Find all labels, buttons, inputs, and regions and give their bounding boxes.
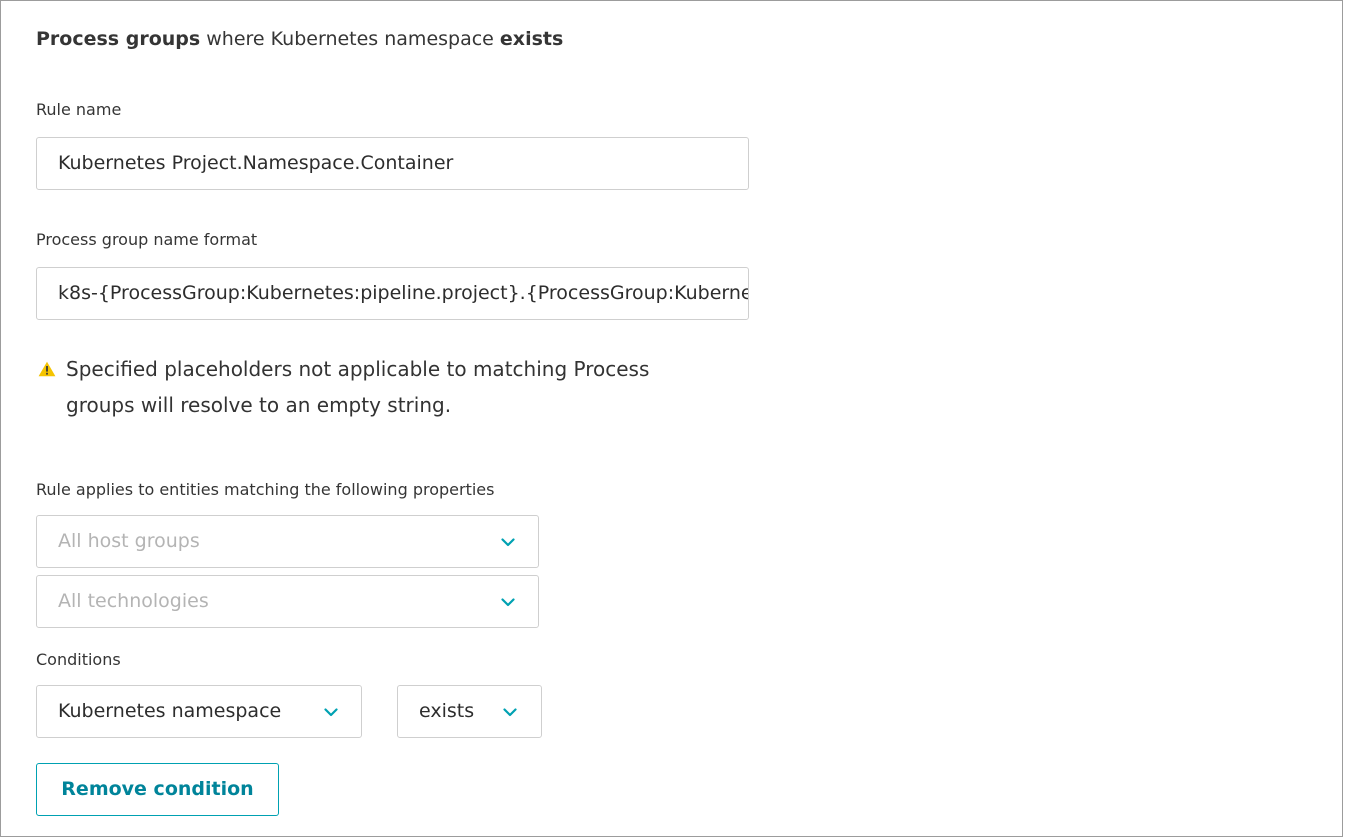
chevron-down-icon <box>503 708 517 717</box>
rule-name-label: Rule name <box>36 100 122 119</box>
chevron-down-icon <box>324 708 338 717</box>
condition-property-select[interactable]: Kubernetes namespace <box>36 685 362 738</box>
rule-editor-panel: Process groups where Kubernetes namespac… <box>0 0 1343 837</box>
name-format-input[interactable]: k8s-{ProcessGroup:Kubernetes:pipeline.pr… <box>36 267 749 320</box>
technologies-placeholder: All technologies <box>58 590 209 612</box>
warning-text: Specified placeholders not applicable to… <box>66 357 650 417</box>
name-format-label: Process group name format <box>36 230 258 249</box>
heading-where: where <box>206 28 265 50</box>
remove-condition-button[interactable]: Remove condition <box>36 763 279 816</box>
host-groups-placeholder: All host groups <box>58 530 200 552</box>
heading-operator: exists <box>499 28 564 50</box>
placeholder-warning: Specified placeholders not applicable to… <box>36 351 736 423</box>
heading-property: Kubernetes namespace <box>270 28 494 50</box>
condition-property-value: Kubernetes namespace <box>58 700 282 722</box>
condition-operator-select[interactable]: exists <box>397 685 542 738</box>
chevron-down-icon <box>501 538 515 547</box>
host-groups-select[interactable]: All host groups <box>36 515 539 568</box>
chevron-down-icon <box>501 598 515 607</box>
warning-triangle-icon <box>38 361 56 377</box>
condition-operator-value: exists <box>419 700 475 722</box>
technologies-select[interactable]: All technologies <box>36 575 539 628</box>
conditions-label: Conditions <box>36 650 121 669</box>
heading-subject: Process groups <box>36 28 201 50</box>
rule-name-input[interactable]: Kubernetes Project.Namespace.Container <box>36 137 749 190</box>
rule-summary-heading: Process groups where Kubernetes namespac… <box>36 28 563 50</box>
entities-label: Rule applies to entities matching the fo… <box>36 480 495 499</box>
